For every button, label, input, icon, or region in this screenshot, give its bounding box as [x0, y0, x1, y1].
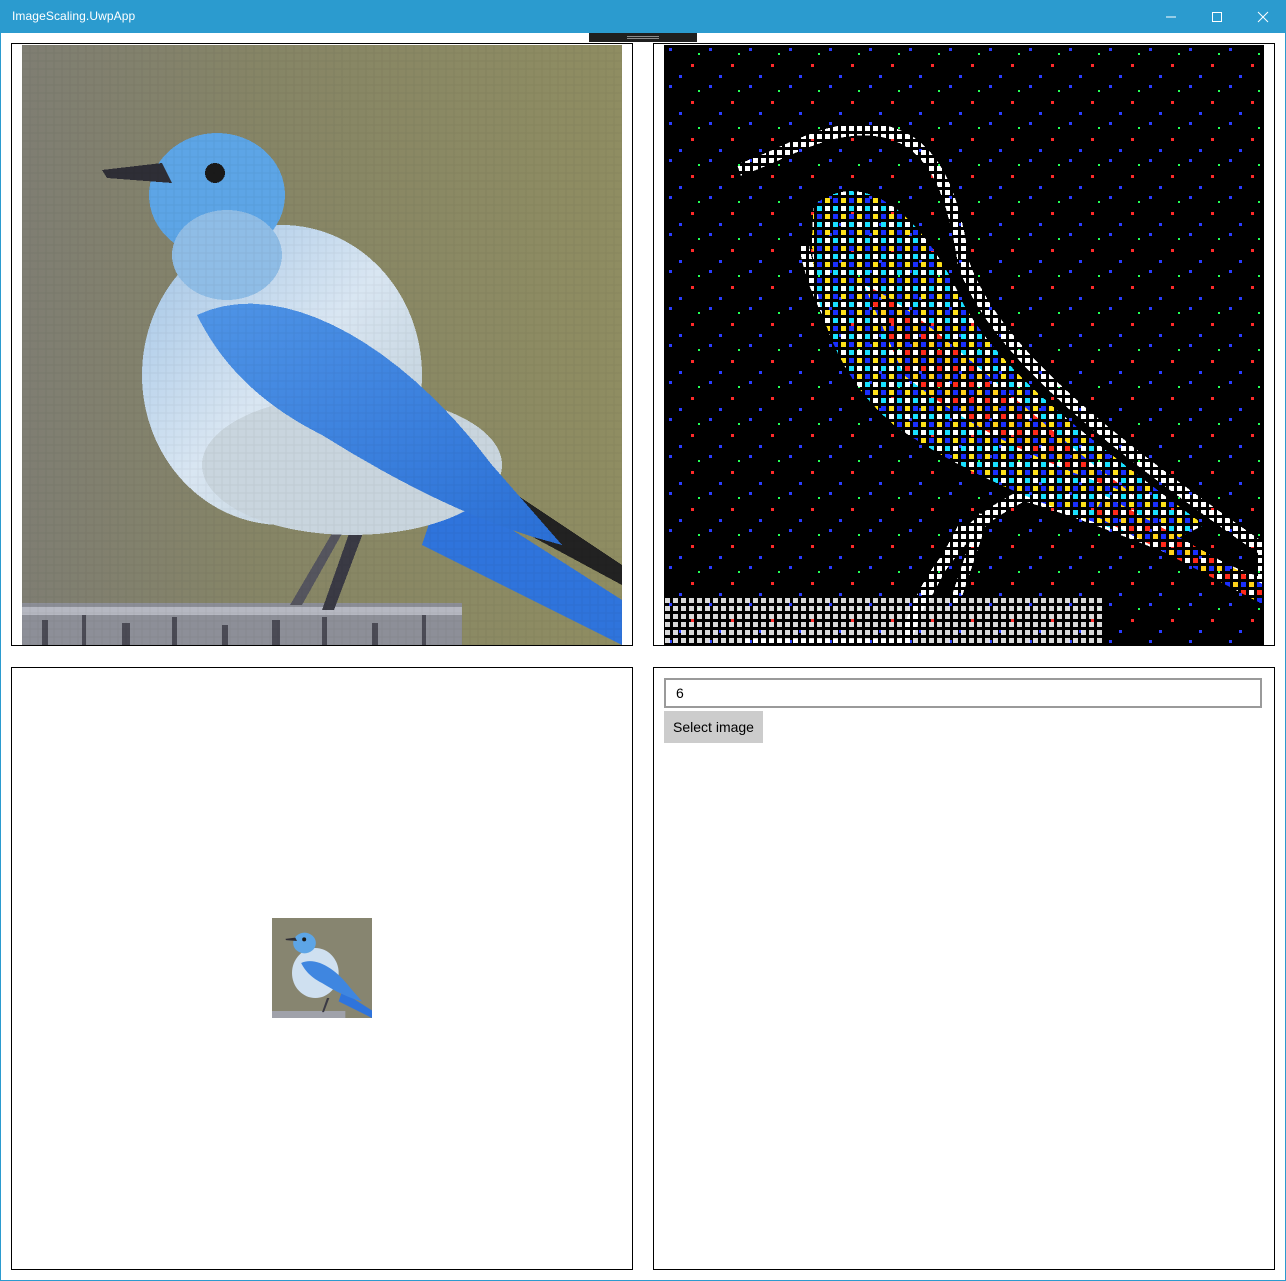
controls-panel: 6 Select image: [653, 667, 1275, 1270]
minimize-icon: [1166, 16, 1176, 17]
maximize-icon: [1212, 11, 1222, 22]
minimize-button[interactable]: [1148, 0, 1194, 33]
maximize-button[interactable]: [1194, 0, 1240, 33]
scale-factor-input[interactable]: 6: [664, 678, 1262, 708]
grip-line: [627, 38, 659, 39]
bird-thumbnail: [272, 918, 372, 1018]
bird-image: [22, 45, 622, 645]
drag-handle[interactable]: [589, 33, 697, 42]
edge-bird-image: [664, 45, 1264, 645]
edge-image-panel: [653, 43, 1275, 646]
close-button[interactable]: [1240, 0, 1286, 33]
edge-image: [664, 45, 1264, 645]
original-image-panel: [11, 43, 633, 646]
scaled-image-panel: [11, 667, 633, 1270]
select-image-button[interactable]: Select image: [664, 711, 763, 743]
close-icon: [1257, 11, 1269, 22]
grip-line: [627, 36, 659, 37]
window-title: ImageScaling.UwpApp: [12, 9, 136, 23]
scaled-image: [272, 918, 372, 1018]
title-bar[interactable]: ImageScaling.UwpApp: [0, 0, 1286, 33]
original-image: [22, 45, 622, 645]
